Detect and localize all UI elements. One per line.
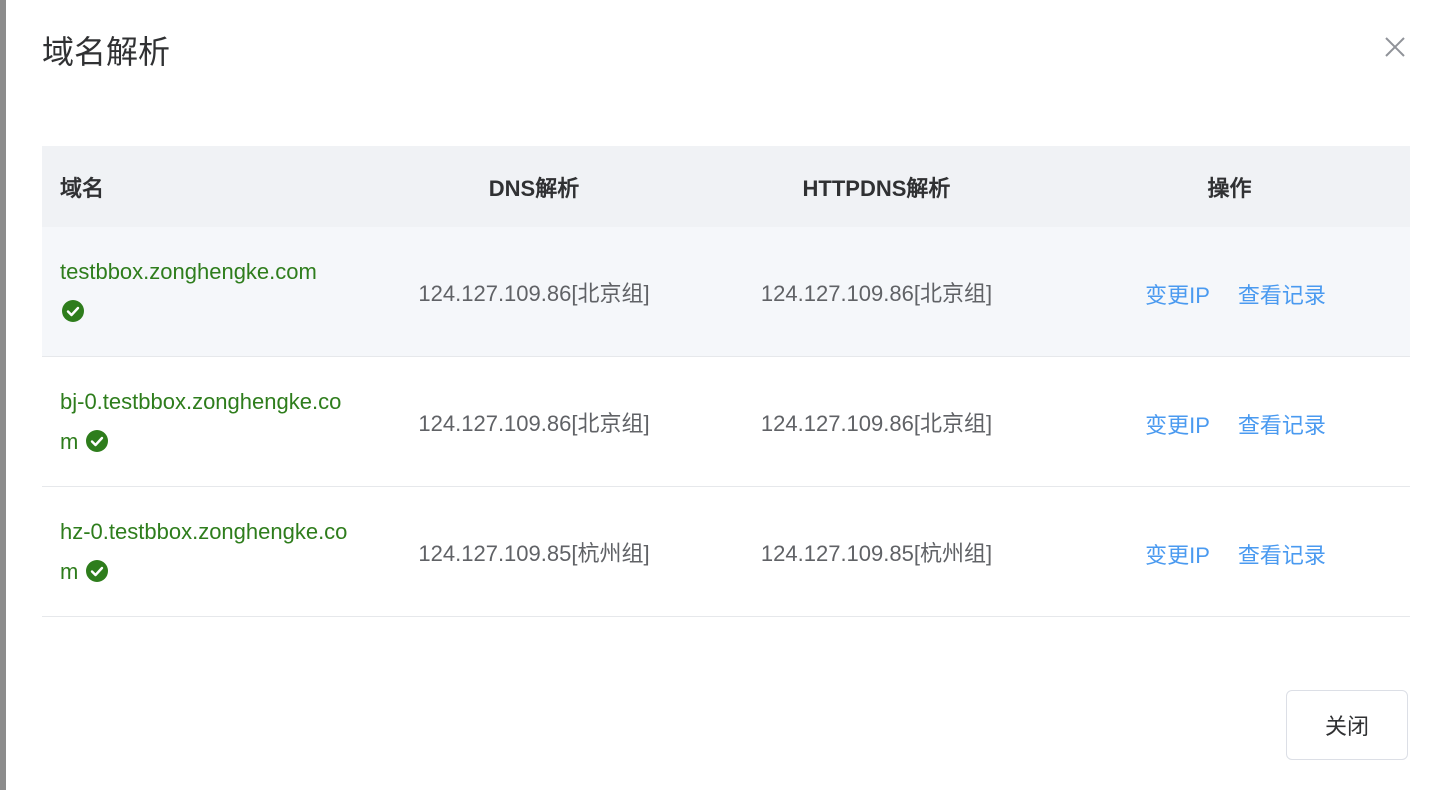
view-records-link[interactable]: 查看记录 xyxy=(1238,278,1326,310)
ops-cell: 变更IP 查看记录 xyxy=(1049,406,1410,438)
dialog-title: 域名解析 xyxy=(42,34,171,70)
change-ip-link[interactable]: 变更IP xyxy=(1145,408,1210,440)
domain-name: testbbox.zonghengke.com xyxy=(60,258,317,284)
domain-table: 域名 DNS解析 HTTPDNS解析 操作 testbbox.zonghengk… xyxy=(42,146,1410,617)
close-button[interactable]: 关闭 xyxy=(1286,690,1408,760)
httpdns-cell: 124.127.109.85[杭州组] xyxy=(760,540,993,566)
check-circle-icon xyxy=(86,559,109,582)
domain-cell: bj-0.testbbox.zonghengke.com xyxy=(42,382,364,462)
domain-cell: hz-0.testbbox.zonghengke.com xyxy=(42,512,364,592)
table-row: bj-0.testbbox.zonghengke.com 124.127.109… xyxy=(42,357,1410,487)
dns-cell: 124.127.109.86[北京组] xyxy=(418,410,650,436)
domain-resolution-dialog: 域名解析 域名 DNS解析 HTTPDNS解析 操作 testbbox.zong… xyxy=(6,0,1444,790)
header-domain: 域名 xyxy=(60,175,105,201)
header-httpdns: HTTPDNS解析 xyxy=(802,175,951,201)
ops-cell: 变更IP 查看记录 xyxy=(1049,536,1410,568)
table-row: testbbox.zonghengke.com 124.127.109.86[北… xyxy=(42,227,1410,357)
table-header: 域名 DNS解析 HTTPDNS解析 操作 xyxy=(42,146,1410,227)
domain-cell: testbbox.zonghengke.com xyxy=(42,252,364,332)
view-records-link[interactable]: 查看记录 xyxy=(1238,408,1326,440)
httpdns-cell: 124.127.109.86[北京组] xyxy=(760,280,993,306)
change-ip-link[interactable]: 变更IP xyxy=(1145,278,1210,310)
check-circle-icon xyxy=(86,429,109,452)
table-row: hz-0.testbbox.zonghengke.com 124.127.109… xyxy=(42,487,1410,617)
change-ip-link[interactable]: 变更IP xyxy=(1145,538,1210,570)
check-circle-icon xyxy=(62,299,84,322)
dns-cell: 124.127.109.85[杭州组] xyxy=(418,540,650,566)
dns-cell: 124.127.109.86[北京组] xyxy=(418,280,650,306)
close-icon[interactable] xyxy=(1382,34,1408,60)
ops-cell: 变更IP 查看记录 xyxy=(1049,276,1410,308)
view-records-link[interactable]: 查看记录 xyxy=(1238,538,1326,570)
header-dns: DNS解析 xyxy=(488,175,580,201)
httpdns-cell: 124.127.109.86[北京组] xyxy=(760,410,993,436)
header-ops: 操作 xyxy=(1207,175,1252,201)
